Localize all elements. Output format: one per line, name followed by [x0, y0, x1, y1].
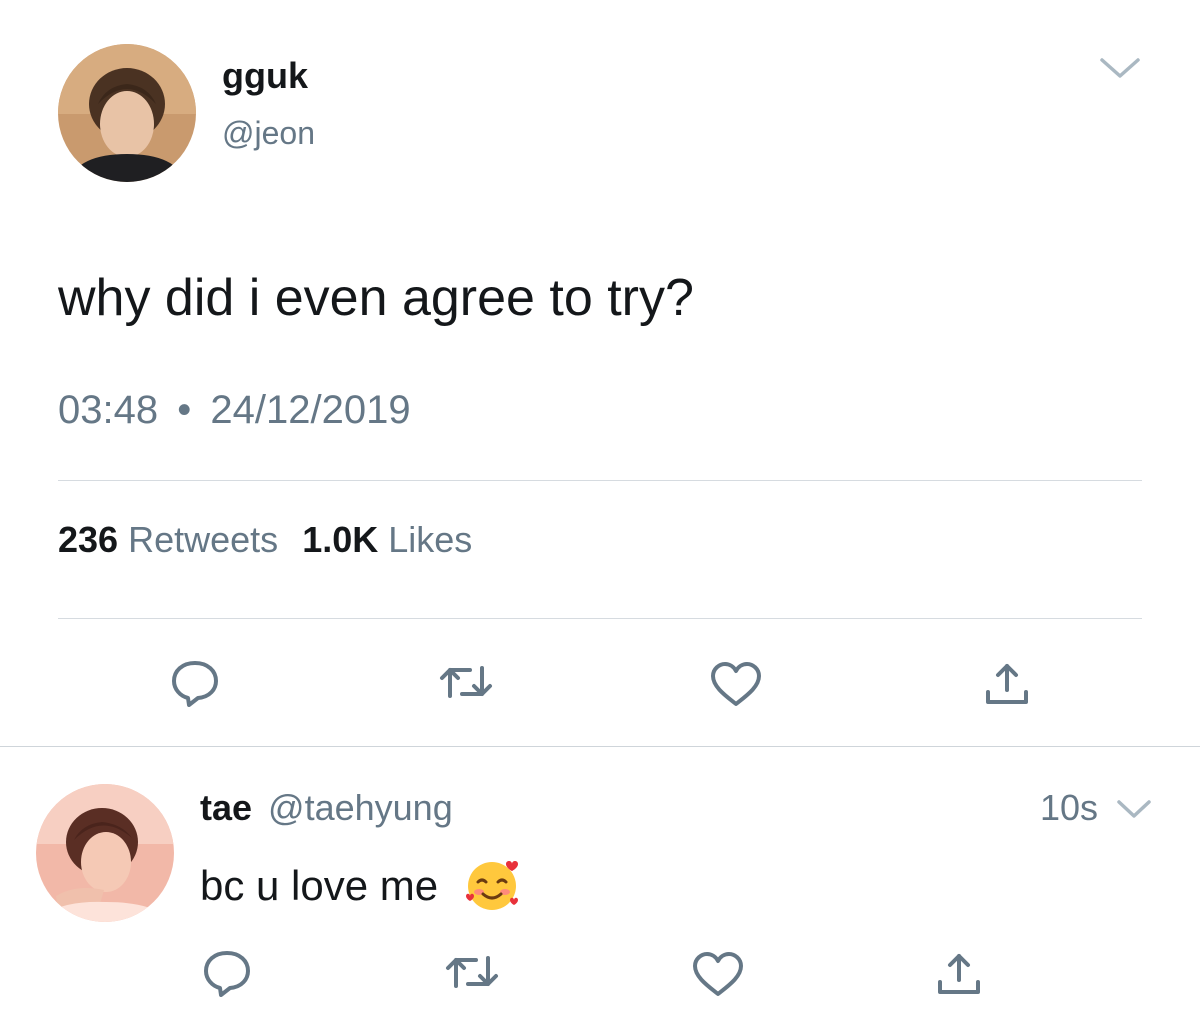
- reply-icon[interactable]: [168, 658, 222, 708]
- likes-stat[interactable]: 1.0K Likes: [302, 519, 472, 560]
- share-icon[interactable]: [982, 660, 1032, 708]
- reply-body: bc u love me: [200, 856, 522, 922]
- tweet-date: 24/12/2019: [210, 388, 411, 432]
- reply-display-name[interactable]: tae: [200, 787, 252, 828]
- likes-label: Likes: [388, 519, 473, 560]
- tweet-time: 03:48: [58, 388, 159, 432]
- share-icon[interactable]: [934, 950, 984, 998]
- divider: [58, 618, 1142, 619]
- avatar[interactable]: [36, 784, 174, 922]
- likes-count: 1.0K: [302, 519, 379, 560]
- reply-text: bc u love me: [200, 862, 439, 910]
- reply-icon[interactable]: [200, 948, 254, 998]
- chevron-down-icon[interactable]: [1114, 796, 1154, 822]
- reply-time: 10s: [1040, 787, 1099, 828]
- display-name[interactable]: gguk: [222, 56, 308, 96]
- avatar[interactable]: [58, 44, 196, 182]
- divider: [58, 480, 1142, 481]
- retweet-icon[interactable]: [442, 950, 502, 994]
- retweets-stat[interactable]: 236 Retweets: [58, 519, 288, 560]
- handle[interactable]: @jeon: [222, 114, 315, 152]
- chevron-down-icon[interactable]: [1098, 54, 1142, 82]
- heart-icon[interactable]: [708, 660, 764, 708]
- reply-handle[interactable]: @taehyung: [268, 787, 453, 828]
- smiling-face-with-hearts-icon: [462, 856, 522, 922]
- retweet-icon[interactable]: [436, 660, 496, 704]
- timestamp: 03:48 • 24/12/2019: [58, 388, 411, 432]
- divider: [0, 746, 1200, 747]
- tweet-text: why did i even agree to try?: [58, 269, 694, 327]
- engagement-stats: 236 Retweets 1.0K Likes: [58, 520, 472, 560]
- timestamp-separator: •: [177, 388, 192, 432]
- retweets-count: 236: [58, 519, 119, 560]
- heart-icon[interactable]: [690, 950, 746, 998]
- reply-header: tae @taehyung: [200, 788, 453, 828]
- retweets-label: Retweets: [128, 519, 279, 560]
